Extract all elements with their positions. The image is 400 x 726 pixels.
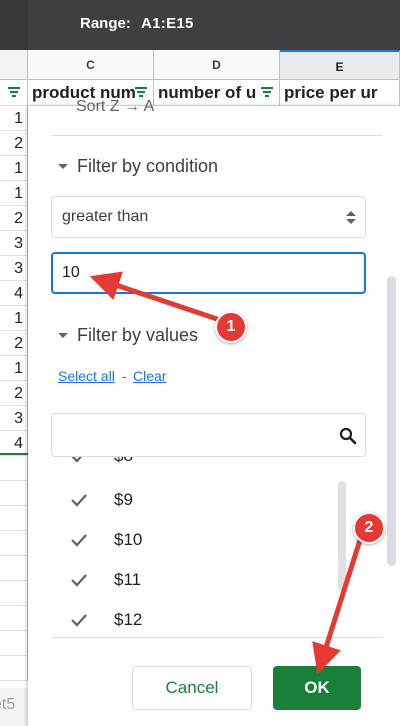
divider (52, 135, 382, 136)
empty-cell[interactable] (0, 456, 28, 481)
empty-cell[interactable] (0, 631, 28, 656)
divider (52, 637, 382, 638)
header-cell-e[interactable]: price per ur (280, 80, 400, 106)
empty-cell[interactable] (0, 481, 28, 506)
filtered-range-border (0, 453, 28, 455)
column-header-e[interactable]: E (280, 50, 400, 80)
table-cell[interactable]: 3 (0, 256, 28, 281)
header-cell-b[interactable] (0, 80, 28, 106)
ok-button[interactable]: OK (273, 666, 361, 710)
column-header-c[interactable]: C (28, 50, 154, 80)
list-item[interactable]: $11 (51, 561, 351, 601)
value-label: $9 (114, 490, 133, 509)
table-cell[interactable]: 2 (0, 331, 28, 356)
values-list: $8 $9 $10 $11 $12 (51, 457, 381, 637)
value-label: $12 (114, 610, 143, 629)
list-item[interactable]: $8 (51, 457, 351, 477)
panel-scrollbar[interactable] (387, 276, 396, 566)
check-icon[interactable] (71, 533, 87, 547)
empty-cell[interactable] (0, 531, 28, 556)
link-separator: - (122, 368, 127, 384)
caret-down-icon[interactable] (58, 333, 68, 338)
table-cell[interactable]: 1 (0, 356, 28, 381)
check-icon[interactable] (71, 457, 87, 463)
table-cell[interactable]: 1 (0, 306, 28, 331)
sheet-tab[interactable]: et5 (0, 688, 28, 726)
filter-by-condition-toggle[interactable]: Filter by condition (77, 156, 218, 177)
header-cell-text: price per ur (284, 83, 378, 102)
toolbar-left-strip (0, 0, 28, 50)
filter-by-values-toggle[interactable]: Filter by values (77, 325, 198, 346)
select-all-link[interactable]: Select all (58, 368, 115, 384)
clear-link[interactable]: Clear (133, 368, 166, 384)
table-cell[interactable]: 2 (0, 131, 28, 156)
list-item[interactable]: $12 (51, 601, 351, 637)
range-value[interactable]: A1:E15 (141, 15, 194, 32)
empty-cell[interactable] (0, 656, 28, 681)
cancel-button[interactable]: Cancel (132, 666, 252, 710)
check-icon[interactable] (71, 573, 87, 587)
empty-cell[interactable] (0, 506, 28, 531)
table-cell[interactable]: 2 (0, 206, 28, 231)
header-cell-d[interactable]: number of u (154, 80, 280, 106)
column-header-corner[interactable] (0, 50, 28, 80)
list-item[interactable]: $9 (51, 481, 351, 521)
check-icon[interactable] (71, 613, 87, 627)
condition-select-value: greater than (62, 208, 149, 225)
values-scrollbar[interactable] (338, 481, 346, 591)
filter-icon[interactable] (7, 87, 21, 99)
caret-down-icon[interactable] (58, 164, 68, 169)
sheet-tab-label: et5 (0, 696, 16, 713)
sort-z-to-a-option[interactable]: Sort Z → A (76, 98, 154, 116)
condition-select[interactable]: greater than (51, 196, 366, 238)
range-label: Range: (80, 15, 131, 32)
value-label: $10 (114, 530, 143, 549)
table-cell[interactable]: 1 (0, 156, 28, 181)
header-cell-text: number of u (158, 83, 257, 102)
annotation-badge-2: 2 (353, 512, 385, 544)
value-label: $8 (114, 457, 133, 466)
table-cell[interactable]: 4 (0, 281, 28, 306)
value-label: $11 (114, 570, 142, 589)
filter-icon[interactable] (260, 87, 274, 99)
range-toolbar: Range: A1:E15 (0, 0, 400, 50)
values-search-input[interactable] (51, 413, 366, 457)
table-cell[interactable]: 3 (0, 406, 28, 431)
table-cell[interactable]: 3 (0, 231, 28, 256)
table-cell[interactable]: 1 (0, 106, 28, 131)
column-header-d[interactable]: D (154, 50, 280, 80)
table-cell[interactable]: 1 (0, 181, 28, 206)
list-item[interactable]: $10 (51, 521, 351, 561)
search-icon (339, 427, 357, 445)
filter-panel: Sort Z → A Filter by condition greater t… (28, 98, 400, 726)
empty-cell[interactable] (0, 556, 28, 581)
check-icon[interactable] (71, 493, 87, 507)
empty-cell[interactable] (0, 581, 28, 606)
condition-value-input[interactable] (51, 252, 366, 294)
annotation-badge-1: 1 (215, 311, 247, 343)
empty-cell[interactable] (0, 606, 28, 631)
table-cell[interactable]: 2 (0, 381, 28, 406)
select-arrows-icon (346, 211, 356, 225)
